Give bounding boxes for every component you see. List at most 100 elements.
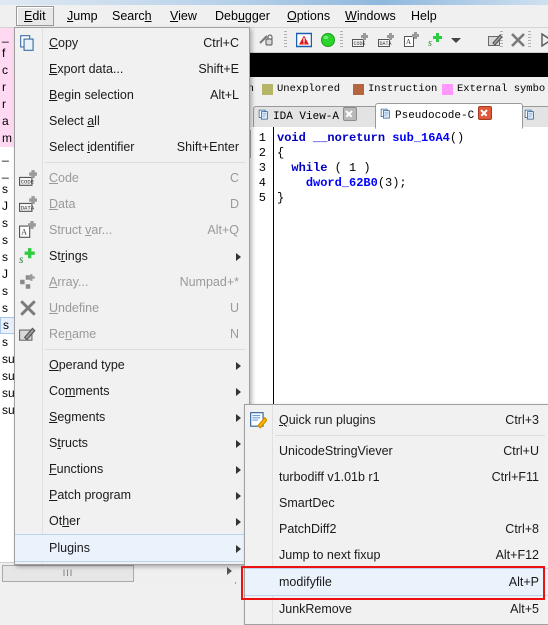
plugin-menu-item-smartdec[interactable]: SmartDec [245,490,548,516]
navigator-legend: ion UnexploredInstructionExternal symbo [235,80,548,100]
menubar-item-windows[interactable]: Windows [338,7,403,25]
menubar-item-options[interactable]: Options [280,7,337,25]
menu-item-label: modifyfile [279,575,332,589]
menu-item-label: Segments [49,410,106,424]
warning-icon[interactable] [296,32,314,48]
close-icon[interactable] [343,107,358,121]
chevron-right-icon [236,388,241,396]
menubar-item-help[interactable]: Help [404,7,444,25]
make-string-icon[interactable]: s [428,32,446,48]
svg-text:A: A [21,228,27,237]
hscroll-thumb[interactable] [2,565,134,582]
code-line[interactable]: while ( 1 ) [277,161,370,176]
edit-menu-item-array[interactable]: Array... Numpad+* [15,269,249,295]
view-tab-icon [380,108,392,120]
edit-menu-item-begin-selection[interactable]: Begin selection Alt+L [15,82,249,108]
rename-icon [19,325,37,343]
tab-strip: IDA View-A Pseudocode-C [235,103,548,129]
edit-menu-item-data[interactable]: Data D DATA [15,191,249,217]
plugin-menu-item-unicodestringviever[interactable]: UnicodeStringViever Ctrl+U [245,438,548,464]
menubar-item-view[interactable]: View [163,7,204,25]
toolbar-separator [284,31,287,49]
make-array-icon[interactable] [464,32,482,48]
menubar-item-search[interactable]: Search [105,7,159,25]
view-tab-icon [524,109,536,121]
menu-item-label: Structs [49,436,88,450]
close-icon[interactable] [478,106,493,120]
edit-menu-item-structs[interactable]: Structs [15,430,249,456]
menu-item-label: Data [49,197,76,211]
tab-pseudocode-c[interactable]: Pseudocode-C [375,103,523,129]
edit-menu-item-comments[interactable]: Comments [15,378,249,404]
plugin-menu-item-turbodiff-v1-01b-r1[interactable]: turbodiff v1.01b r1 Ctrl+F11 [245,464,548,490]
plugin-menu-item-quick-run-plugins[interactable]: Quick run plugins Ctrl+3 [245,407,548,433]
menubar-item-label: Windows [345,9,396,23]
navigator-segment [244,53,548,77]
plugin-menu-item-modifyfile[interactable]: modifyfile Alt+P [245,568,548,596]
menu-item-shortcut: Shift+E [198,62,239,76]
edit-menu-item-rename[interactable]: Rename N [15,321,249,347]
edit-menu-item-select-all[interactable]: Select all [15,108,249,134]
menubar-item-jump[interactable]: Jump [60,7,105,25]
menubar-item-label: Jump [67,9,98,23]
functions-horizontal-scrollbar[interactable] [0,562,236,582]
rename-icon[interactable] [488,32,506,48]
legend-label: External symbo [457,83,546,95]
toolbar-separator [528,31,531,49]
edit-menu-item-operand-type[interactable]: Operand type [15,352,249,378]
code-line[interactable]: } [277,191,284,206]
tab-extra[interactable] [519,106,548,127]
edit-menu-item-export-data[interactable]: Export data... Shift+E [15,56,249,82]
menubar-item-label: Edit [24,9,46,23]
menu-item-shortcut: Alt+P [508,575,539,589]
edit-menu-item-functions[interactable]: Functions [15,456,249,482]
svg-text:s: s [19,254,24,265]
menu-item-label: Jump to next fixup [279,548,381,562]
make-code-icon[interactable]: CODE [352,32,370,48]
green-circle-icon[interactable] [320,32,338,48]
plugin-menu-item-patchdiff2[interactable]: PatchDiff2 Ctrl+8 [245,516,548,542]
quick-run-icon [249,411,267,429]
edit-menu-item-copy[interactable]: Copy Ctrl+C [15,30,249,56]
hscroll-right-arrow-icon[interactable] [227,567,232,575]
edit-menu-item-code[interactable]: Code C CODE [15,165,249,191]
run-icon[interactable] [538,32,548,48]
lock-icon[interactable] [258,32,276,48]
menubar-item-edit[interactable]: Edit [16,6,54,26]
navigator-band[interactable] [235,53,548,77]
svg-text:DATA: DATA [21,205,35,212]
tab-ida-view-a[interactable]: IDA View-A [253,106,381,127]
code-line[interactable]: void __noreturn sub_16A4() [277,131,464,146]
menu-separator [45,162,245,163]
edit-menu-item-plugins[interactable]: Plugins [15,534,249,562]
menubar-item-debugger[interactable]: Debugger [208,7,277,25]
chevron-right-icon [236,466,241,474]
plugins-submenu[interactable]: Quick run plugins Ctrl+3 UnicodeStringViev… [244,404,548,625]
array-icon [19,273,37,291]
edit-menu-item-patch-program[interactable]: Patch program [15,482,249,508]
tab-label: IDA View-A [273,111,340,123]
edit-dropdown-menu[interactable]: Copy Ctrl+C Export data... Shift+E Begin sel… [14,27,250,565]
make-ascii-icon[interactable]: A [404,32,422,48]
make-data-icon[interactable]: DATA [378,32,396,48]
code-line[interactable]: { [277,146,284,161]
edit-menu-item-struct-var[interactable]: Struct var... Alt+Q A [15,217,249,243]
svg-text:CODE: CODE [21,179,35,186]
menu-item-label: Select identifier [49,140,135,154]
edit-menu-item-segments[interactable]: Segments [15,404,249,430]
plugin-menu-item-junkremove[interactable]: JunkRemove Alt+5 [245,596,548,622]
chevron-right-icon [236,440,241,448]
make-data-icon: DATA [19,195,37,213]
menubar-item-label: Help [411,9,437,23]
menu-item-label: SmartDec [279,496,335,510]
edit-menu-item-undefine[interactable]: Undefine U [15,295,249,321]
undefine-icon[interactable] [510,32,528,48]
menubar-item-label: Debugger [215,9,270,23]
edit-menu-item-select-identifier[interactable]: Select identifier Shift+Enter [15,134,249,160]
edit-menu-item-other[interactable]: Other [15,508,249,534]
plugin-menu-item-jump-to-next-fixup[interactable]: Jump to next fixup Alt+F12 [245,542,548,568]
menu-item-shortcut: N [229,327,239,341]
edit-menu-item-strings[interactable]: Strings s [15,243,249,269]
menu-item-shortcut: Alt+F12 [495,548,539,562]
code-line[interactable]: dword_62B0(3); [277,176,407,191]
